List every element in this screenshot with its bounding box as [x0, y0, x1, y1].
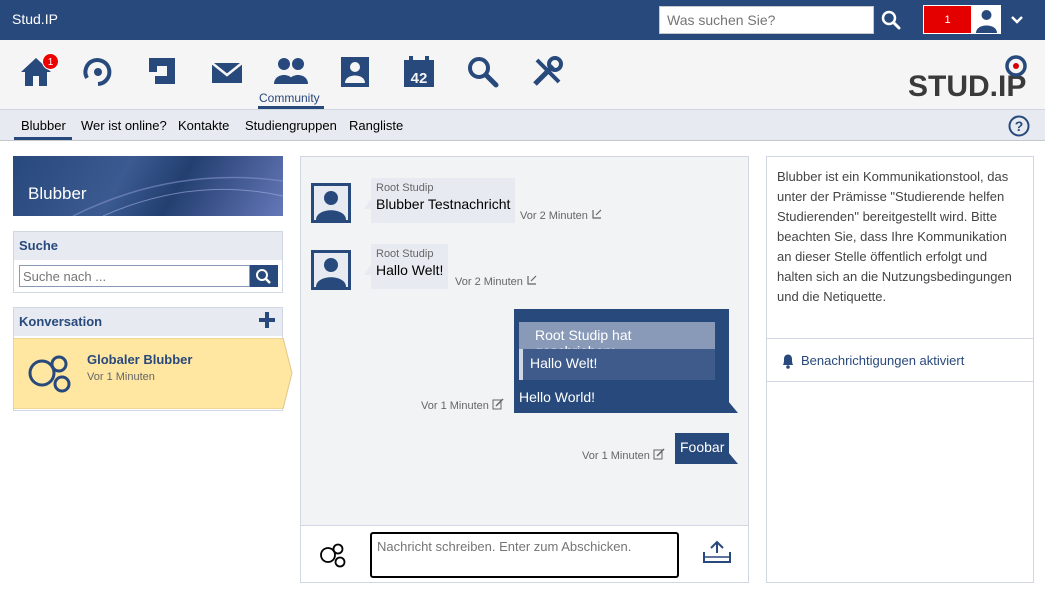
top-bar: Stud.IP 1	[0, 0, 1045, 40]
own-message-bubble: Foobar	[675, 433, 729, 464]
conversation-name: Globaler Blubber	[87, 352, 193, 367]
calendar-day-number: 42	[411, 70, 428, 87]
bubble-tail	[728, 452, 738, 464]
upload-icon[interactable]	[702, 540, 732, 566]
tab-active-indicator	[14, 137, 72, 140]
edit-icon[interactable]	[653, 448, 665, 460]
message-text: Blubber Testnachricht	[376, 196, 511, 212]
tools-icon[interactable]	[529, 54, 565, 90]
notification-status-label: Benachrichtigungen aktiviert	[801, 353, 965, 368]
profile-icon[interactable]	[337, 54, 373, 90]
own-message-text: Hello World!	[519, 389, 595, 405]
blubber-search-button[interactable]	[250, 265, 278, 287]
message-time-label: Vor 1 Minuten	[421, 400, 489, 412]
global-search-input[interactable]	[659, 6, 874, 34]
message-input[interactable]	[370, 532, 679, 578]
message-time: Vor 1 Minuten	[421, 398, 504, 412]
tab-ranking[interactable]: Rangliste	[349, 118, 403, 133]
message-time-label: Vor 2 Minuten	[520, 210, 588, 222]
conversation-time: Vor 1 Minuten	[87, 371, 155, 383]
search-nav-icon[interactable]	[465, 54, 501, 90]
tab-blubber[interactable]: Blubber	[21, 118, 66, 133]
tab-contacts[interactable]: Kontakte	[178, 118, 229, 133]
svg-text:STUD.IP: STUD.IP	[908, 70, 1026, 102]
own-message-bubble: Root Studip hat geschrieben: Hallo Welt!…	[514, 309, 729, 413]
calendar-icon[interactable]: 42	[401, 54, 437, 90]
main-navigation: 1 Community 42 STUD.IP	[0, 40, 1045, 110]
quote-text: Hallo Welt!	[523, 349, 715, 380]
info-panel: Blubber ist ein Kommunikationstool, das …	[766, 156, 1034, 583]
blubber-bubbles-icon	[320, 543, 346, 568]
message-time: Vor 2 Minuten	[520, 208, 603, 222]
user-icon	[973, 6, 1000, 33]
message-author[interactable]: Root Studip	[376, 248, 443, 260]
author-avatar[interactable]	[311, 250, 351, 290]
community-icon[interactable]	[273, 54, 309, 90]
message-time: Vor 2 Minuten	[455, 274, 538, 288]
notification-counter[interactable]: 1	[923, 5, 972, 34]
mail-icon[interactable]	[209, 54, 245, 90]
quote-block: Root Studip hat geschrieben: Hallo Welt!	[519, 322, 715, 380]
community-active-indicator	[258, 106, 324, 109]
blubber-bubbles-icon	[28, 355, 71, 393]
sidebar-title: Blubber	[28, 184, 87, 203]
message-bubble: Root Studip Hallo Welt!	[371, 244, 449, 289]
home-badge: 1	[42, 53, 59, 70]
sub-navigation: Blubber Wer ist online? Kontakte Studien…	[0, 110, 1045, 141]
tab-who-is-online[interactable]: Wer ist online?	[81, 118, 167, 133]
message-bubble: Root Studip Blubber Testnachricht	[371, 178, 516, 223]
bubble-tail	[728, 401, 738, 413]
search-icon	[256, 269, 271, 284]
community-label[interactable]: Community	[259, 91, 320, 105]
conversation-item[interactable]: Globaler Blubber Vor 1 Minuten	[13, 338, 294, 409]
user-avatar[interactable]	[972, 5, 1001, 34]
edit-icon[interactable]	[492, 398, 504, 410]
message-time-label: Vor 1 Minuten	[582, 450, 650, 462]
notification-toggle[interactable]: Benachrichtigungen aktiviert	[767, 338, 1033, 382]
search-widget: Suche	[13, 231, 283, 293]
search-widget-title: Suche	[14, 232, 282, 260]
svg-text:?: ?	[1015, 118, 1024, 134]
tab-study-groups[interactable]: Studiengruppen	[245, 118, 337, 133]
blubber-search-input[interactable]	[19, 265, 250, 287]
conversation-widget-label: Konversation	[19, 314, 103, 329]
bell-icon	[783, 354, 793, 369]
reply-icon[interactable]	[591, 208, 603, 220]
sidebar-header: Blubber	[13, 156, 283, 216]
quote-header: Root Studip hat geschrieben:	[519, 322, 715, 359]
add-conversation-icon[interactable]	[258, 311, 276, 329]
chevron-down-icon[interactable]	[1009, 12, 1025, 28]
info-description: Blubber ist ein Kommunikationstool, das …	[777, 169, 1012, 304]
message-author[interactable]: Root Studip	[376, 182, 510, 194]
brand-name[interactable]: Stud.IP	[12, 11, 58, 27]
message-text: Hallo Welt!	[376, 262, 444, 278]
courses-icon[interactable]	[80, 54, 116, 90]
conversation-widget: Konversation Globaler Blubber Vor 1 Minu…	[13, 307, 293, 411]
chat-panel: Root Studip Blubber Testnachricht Vor 2 …	[300, 156, 749, 583]
author-avatar[interactable]	[311, 183, 351, 223]
reply-icon[interactable]	[526, 274, 538, 286]
conversation-widget-title: Konversation	[14, 308, 282, 336]
message-time-label: Vor 2 Minuten	[455, 276, 523, 288]
help-icon[interactable]: ?	[1008, 115, 1030, 137]
message-time: Vor 1 Minuten	[582, 448, 665, 462]
search-icon[interactable]	[880, 9, 902, 31]
studip-logo[interactable]: STUD.IP	[906, 52, 1034, 102]
workplace-icon[interactable]	[145, 54, 181, 90]
message-composer	[301, 525, 748, 582]
